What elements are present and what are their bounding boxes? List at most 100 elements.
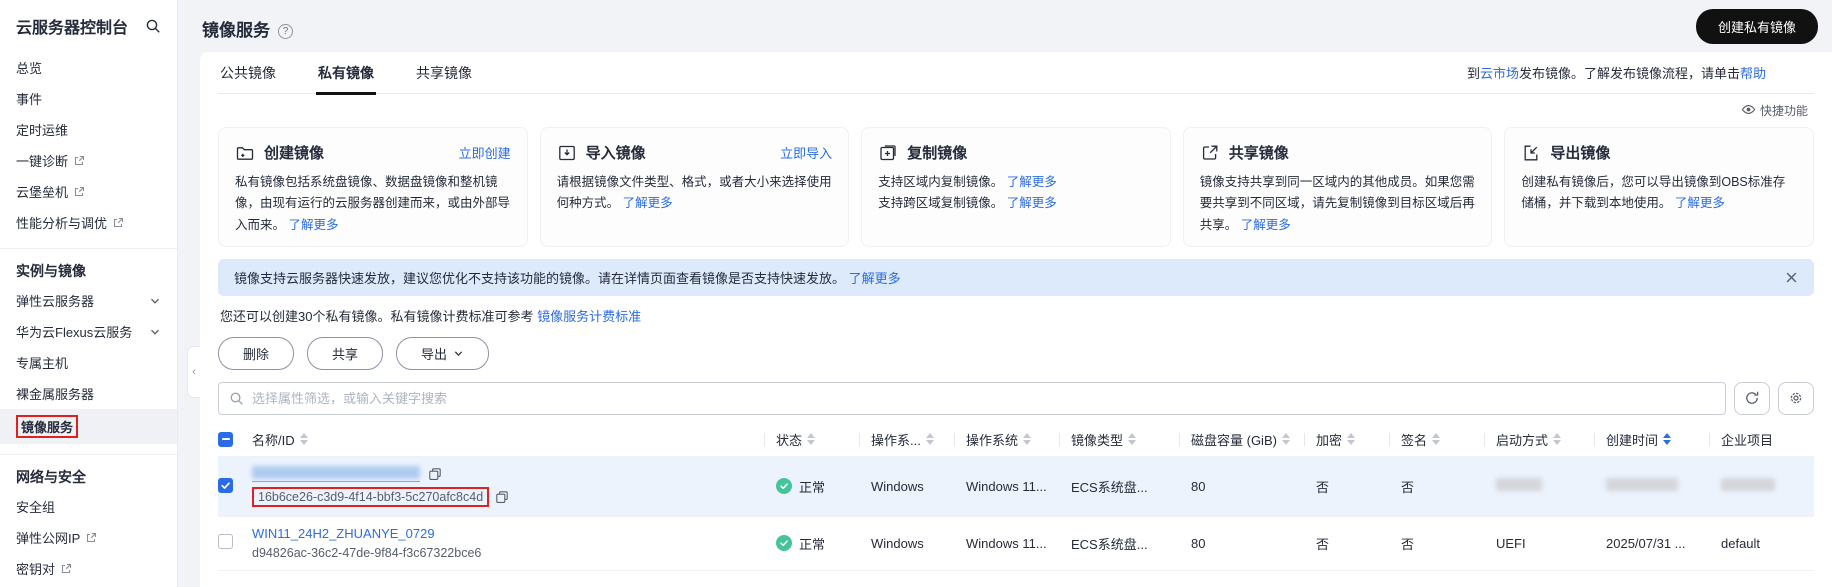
feature-cards: 创建镜像 立即创建 私有镜像包括系统盘镜像、数据盘镜像和整机镜像，由现有运行的云…	[218, 127, 1814, 247]
sidebar-item-security-group[interactable]: 安全组	[16, 491, 161, 522]
col-encrypted[interactable]: 加密	[1304, 423, 1389, 456]
external-link-icon	[60, 563, 72, 575]
col-enterprise-project[interactable]: 企业项目	[1709, 423, 1814, 456]
col-name-id[interactable]: 名称/ID	[252, 423, 764, 456]
copy-icon[interactable]	[495, 490, 509, 504]
redacted-image-name[interactable]	[252, 465, 420, 482]
share-image-icon	[1200, 143, 1220, 163]
delete-button[interactable]: 删除	[218, 336, 295, 370]
sidebar-item-bare-metal[interactable]: 裸金属服务器	[16, 378, 161, 409]
search-row	[218, 381, 1814, 415]
row-checkbox-checked[interactable]	[218, 478, 233, 494]
sidebar-item-one-click-diagnosis[interactable]: 一键诊断	[16, 145, 161, 176]
search-icon[interactable]	[145, 18, 161, 34]
quick-features-toggle[interactable]: 快捷功能	[218, 94, 1814, 121]
tab-private-images[interactable]: 私有镜像	[316, 52, 376, 95]
export-dropdown-button[interactable]: 导出	[396, 336, 490, 370]
card-export-image: 导出镜像 创建私有镜像后，您可以导出镜像到OBS标准存储桶，并下载到本地使用。 …	[1504, 127, 1814, 247]
learn-more-link[interactable]: 了解更多	[1007, 196, 1057, 210]
divider	[0, 454, 177, 455]
external-link-icon	[85, 532, 97, 544]
create-now-link[interactable]: 立即创建	[459, 143, 511, 162]
search-box[interactable]	[218, 381, 1726, 415]
card-import-image: 导入镜像 立即导入 请根据镜像文件类型、格式，或者大小来选择使用何种方式。 了解…	[539, 127, 850, 247]
sidebar-item-image-service[interactable]: 镜像服务	[0, 409, 177, 444]
card-share-image: 共享镜像 镜像支持共享到同一区域内的其他成员。如果您需要共享到不同区域，请先复制…	[1182, 127, 1493, 247]
image-type: ECS系统盘...	[1071, 536, 1148, 552]
learn-more-link[interactable]: 了解更多	[1675, 196, 1725, 210]
console-sidebar: 云服务器控制台 总览 事件 定时运维 一键诊断 云堡垒机 性能分析与调优 实例与…	[0, 0, 178, 587]
sidebar-item-ecs[interactable]: 弹性云服务器	[16, 285, 161, 316]
sort-icon[interactable]	[1553, 433, 1562, 446]
select-all-checkbox[interactable]	[218, 431, 233, 447]
pricing-link[interactable]: 镜像服务计费标准	[537, 309, 641, 324]
sidebar-item-flexus[interactable]: 华为云Flexus云服务	[16, 316, 161, 347]
table-header: 名称/ID 状态 操作系... 操作系统 镜像类型 磁盘容量 (GiB) 加密 …	[218, 423, 1814, 457]
col-created-time[interactable]: 创建时间	[1594, 423, 1709, 456]
sidebar-item-keypair[interactable]: 密钥对	[16, 553, 161, 584]
quota-note: 您还可以创建30个私有镜像。私有镜像计费标准可参考 镜像服务计费标准	[220, 308, 642, 324]
table-row[interactable]: WIN11_24H2_ZHUANYE_0729 d94826ac-36c2-47…	[218, 517, 1814, 571]
import-image-icon	[557, 143, 577, 163]
row-checkbox[interactable]	[218, 534, 233, 550]
encrypted: 否	[1316, 479, 1330, 495]
check-icon	[779, 538, 789, 548]
help-icon[interactable]: ?	[278, 24, 293, 39]
check-icon	[779, 481, 789, 491]
table-row[interactable]: 16b6ce26-c3d9-4f14-bbf3-5c270afc8c4d 正常 …	[218, 456, 1814, 517]
learn-more-link[interactable]: 了解更多	[849, 268, 901, 287]
sidebar-item-dedicated-host[interactable]: 专属主机	[16, 347, 161, 378]
created-time: 2025/07/31 ...	[1606, 535, 1686, 551]
export-image-icon	[1521, 143, 1541, 163]
sort-icon[interactable]	[299, 433, 308, 446]
col-os-truncated[interactable]: 操作系...	[859, 423, 954, 456]
sort-icon[interactable]	[1128, 433, 1137, 446]
sort-icon[interactable]	[1432, 433, 1441, 446]
refresh-icon	[1744, 390, 1760, 406]
disk-capacity: 80	[1191, 478, 1206, 494]
card-create-image: 创建镜像 立即创建 私有镜像包括系统盘镜像、数据盘镜像和整机镜像，由现有运行的云…	[218, 127, 528, 247]
help-link[interactable]: 帮助	[1740, 66, 1766, 81]
table-settings-button[interactable]	[1778, 381, 1814, 415]
sort-icon[interactable]	[1281, 433, 1290, 446]
learn-more-link[interactable]: 了解更多	[289, 218, 339, 232]
share-button[interactable]: 共享	[307, 336, 384, 370]
col-status[interactable]: 状态	[764, 423, 859, 456]
sidebar-item-cloud-bastion[interactable]: 云堡垒机	[16, 176, 161, 207]
sort-icon[interactable]	[925, 433, 934, 446]
image-tabs: 公共镜像 私有镜像 共享镜像 到云市场发布镜像。了解发布镜像流程，请单击帮助	[218, 52, 1814, 95]
status-text: 正常	[799, 479, 826, 495]
os-version: Windows 11...	[966, 535, 1047, 551]
sidebar-item-events[interactable]: 事件	[16, 83, 161, 114]
image-name-link[interactable]: WIN11_24H2_ZHUANYE_0729	[252, 526, 435, 541]
col-boot-mode[interactable]: 启动方式	[1484, 423, 1594, 456]
sort-icon[interactable]	[1023, 433, 1032, 446]
sidebar-item-perf-analysis[interactable]: 性能分析与调优	[16, 207, 161, 238]
chevron-down-icon	[453, 348, 464, 359]
page-title: 镜像服务	[202, 21, 270, 40]
col-disk-capacity[interactable]: 磁盘容量 (GiB)	[1179, 423, 1304, 456]
sidebar-collapse-handle[interactable]: ‹	[187, 346, 200, 398]
sort-icon[interactable]	[807, 433, 816, 446]
sort-icon[interactable]	[1347, 433, 1356, 446]
search-input[interactable]	[252, 390, 1715, 406]
sort-icon-active[interactable]	[1663, 433, 1672, 446]
col-signed[interactable]: 签名	[1389, 423, 1484, 456]
refresh-button[interactable]	[1734, 381, 1770, 415]
sidebar-item-overview[interactable]: 总览	[16, 52, 161, 83]
col-os[interactable]: 操作系统	[954, 423, 1059, 456]
sidebar-item-scheduled-ops[interactable]: 定时运维	[16, 114, 161, 145]
learn-more-link[interactable]: 了解更多	[1007, 175, 1057, 189]
learn-more-link[interactable]: 了解更多	[623, 196, 673, 210]
marketplace-link[interactable]: 云市场	[1480, 66, 1519, 81]
sidebar-item-eip[interactable]: 弹性公网IP	[16, 522, 161, 553]
col-image-type[interactable]: 镜像类型	[1059, 423, 1179, 456]
tab-shared-images[interactable]: 共享镜像	[414, 52, 474, 94]
close-icon[interactable]	[1785, 271, 1798, 284]
create-private-image-button[interactable]: 创建私有镜像	[1695, 9, 1818, 44]
import-now-link[interactable]: 立即导入	[780, 143, 832, 162]
learn-more-link[interactable]: 了解更多	[1241, 218, 1291, 232]
copy-icon[interactable]	[428, 467, 442, 481]
main-area: 镜像服务? 创建私有镜像 公共镜像 私有镜像 共享镜像 到云市场发布镜像。了解发…	[178, 0, 1832, 587]
tab-public-images[interactable]: 公共镜像	[218, 52, 278, 94]
